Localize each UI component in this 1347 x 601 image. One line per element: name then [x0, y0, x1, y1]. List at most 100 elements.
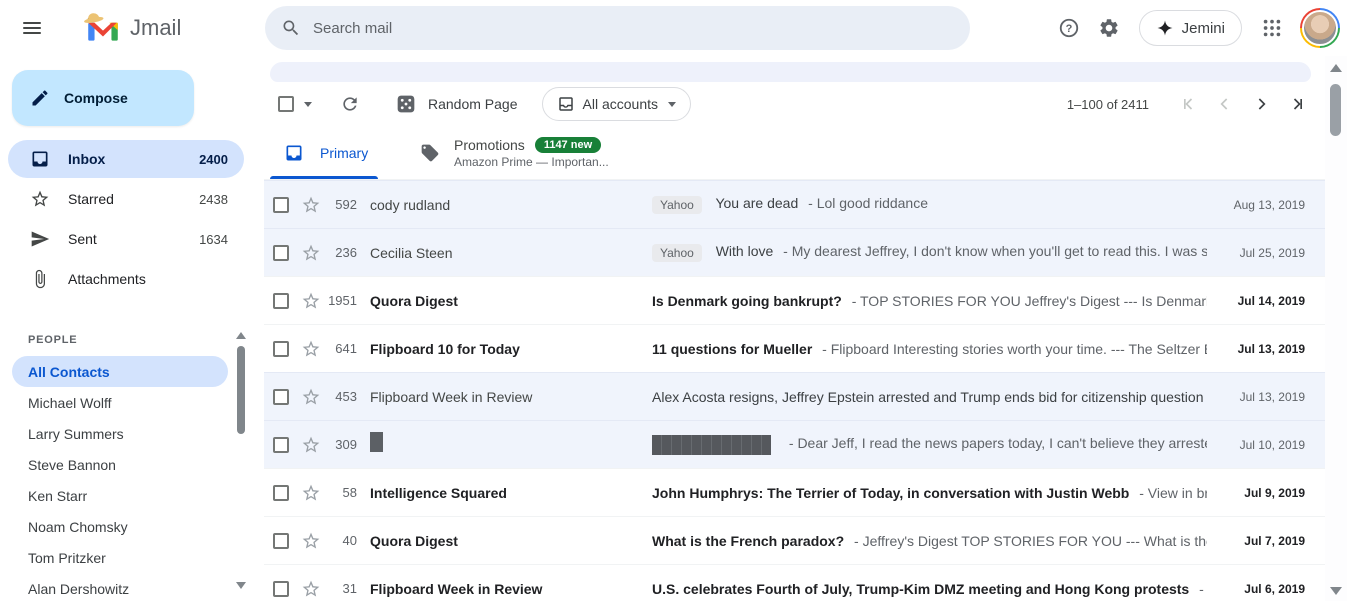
jmail-app: Jmail ? Je — [0, 0, 1347, 601]
scroll-down-arrow[interactable] — [1330, 587, 1342, 595]
people-list-item[interactable]: Michael Wolff — [12, 387, 228, 418]
email-checkbox[interactable] — [273, 485, 289, 501]
prev-page-button[interactable] — [1211, 90, 1239, 118]
sidebar-scroll-down-arrow[interactable] — [236, 582, 246, 589]
sidebar-item-inbox[interactable]: Inbox 2400 — [8, 140, 244, 178]
compose-button[interactable]: Compose — [12, 70, 194, 126]
people-list-item[interactable]: All Contacts — [12, 356, 228, 387]
people-list-item[interactable]: Tom Pritzker — [12, 542, 228, 573]
sidebar-item-sent[interactable]: Sent 1634 — [8, 220, 244, 258]
email-row[interactable]: 40 Quora Digest What is the French parad… — [264, 516, 1325, 564]
email-count: 236 — [323, 245, 357, 260]
jemini-button[interactable]: Jemini — [1139, 10, 1242, 46]
email-subject-area: Yahoo You are dead - Lol good riddance — [652, 195, 1207, 213]
email-checkbox[interactable] — [273, 533, 289, 549]
email-subject: With love — [716, 243, 774, 259]
hamburger-menu-button[interactable] — [8, 4, 56, 52]
tab-primary[interactable]: Primary — [264, 126, 384, 179]
email-row[interactable]: 31 Flipboard Week in Review U.S. celebra… — [264, 564, 1325, 601]
refresh-button[interactable] — [334, 88, 366, 120]
logo-wordmark: Jmail — [130, 15, 181, 41]
email-sender: cody rudland — [370, 197, 652, 213]
scroll-up-arrow[interactable] — [1330, 64, 1342, 72]
email-date: Jul 13, 2019 — [1219, 342, 1305, 356]
sidebar-scrollbar-thumb[interactable] — [237, 346, 245, 434]
people-item-label: Tom Pritzker — [28, 550, 106, 566]
email-subject: John Humphrys: The Terrier of Today, in … — [652, 485, 1129, 501]
sidebar-item-attachments[interactable]: Attachments — [8, 260, 244, 298]
email-checkbox[interactable] — [273, 581, 289, 597]
select-dropdown-caret[interactable] — [304, 102, 312, 107]
next-page-button[interactable] — [1247, 90, 1275, 118]
promotions-new-badge: 1147 new — [535, 137, 601, 153]
email-checkbox[interactable] — [273, 293, 289, 309]
avatar[interactable] — [1300, 8, 1340, 48]
email-subject-area: Yahoo With love - My dearest Jeffrey, I … — [652, 243, 1207, 261]
apps-grid-button[interactable] — [1252, 8, 1292, 48]
email-row[interactable]: 641 Flipboard 10 for Today 11 questions … — [264, 324, 1325, 372]
email-snippet: - View in browser J — [1139, 485, 1207, 501]
last-page-button[interactable] — [1283, 90, 1311, 118]
search-bar[interactable] — [265, 6, 970, 50]
list-toolbar: Random Page All accounts 1–100 of 2411 — [264, 82, 1325, 126]
random-page-label[interactable]: Random Page — [428, 96, 518, 112]
scrollbar-thumb[interactable] — [1330, 84, 1341, 136]
sidebar-scroll-up-arrow[interactable] — [236, 332, 246, 339]
all-accounts-dropdown[interactable]: All accounts — [542, 87, 691, 121]
email-row[interactable]: 309 - Dear Jeff, I read the news papers … — [264, 420, 1325, 468]
app-logo[interactable]: Jmail — [84, 12, 256, 44]
email-snippet: - Flipboard Interesting stories worth yo… — [822, 341, 1207, 357]
email-checkbox[interactable] — [273, 437, 289, 453]
people-list-item[interactable]: Alan Dershowitz — [12, 573, 228, 601]
email-checkbox[interactable] — [273, 197, 289, 213]
apps-grid-icon — [1261, 17, 1283, 39]
accounts-inbox-icon — [557, 95, 575, 113]
email-subject: Is Denmark going bankrupt? — [652, 293, 842, 309]
people-list-item[interactable]: Ken Starr — [12, 480, 228, 511]
email-subject: 11 questions for Mueller — [652, 341, 812, 357]
email-row[interactable]: 236 Cecilia Steen Yahoo With love - My d… — [264, 228, 1325, 276]
email-sender: Flipboard 10 for Today — [370, 341, 652, 357]
sidebar-item-label: Attachments — [68, 271, 146, 287]
tab-promotions[interactable]: Promotions 1147 new Amazon Prime — Impor… — [420, 126, 609, 179]
email-subject: You are dead — [715, 195, 798, 211]
primary-tab-icon — [284, 143, 304, 163]
email-row[interactable]: 1951 Quora Digest Is Denmark going bankr… — [264, 276, 1325, 324]
star-icon[interactable] — [301, 435, 321, 455]
search-input[interactable] — [313, 20, 954, 37]
first-page-icon — [1179, 94, 1199, 114]
star-icon[interactable] — [301, 531, 321, 551]
first-page-button[interactable] — [1175, 90, 1203, 118]
avatar-photo — [1302, 10, 1338, 46]
scrolled-content-strip — [270, 62, 1311, 82]
email-row[interactable]: 592 cody rudland Yahoo You are dead - Lo… — [264, 180, 1325, 228]
star-icon[interactable] — [301, 579, 321, 599]
page-scrollbar[interactable] — [1325, 56, 1347, 601]
email-sender: Flipboard Week in Review — [370, 389, 652, 405]
star-icon[interactable] — [301, 291, 321, 311]
random-page-button[interactable] — [390, 88, 422, 120]
email-checkbox[interactable] — [273, 245, 289, 261]
email-subject-area: Alex Acosta resigns, Jeffrey Epstein arr… — [652, 389, 1207, 405]
people-item-label: Steve Bannon — [28, 457, 116, 473]
star-icon[interactable] — [301, 339, 321, 359]
people-list-item[interactable]: Noam Chomsky — [12, 511, 228, 542]
settings-button[interactable] — [1089, 8, 1129, 48]
select-all-checkbox[interactable] — [278, 96, 294, 112]
help-button[interactable]: ? — [1049, 8, 1089, 48]
email-checkbox[interactable] — [273, 389, 289, 405]
people-list-item[interactable]: Steve Bannon — [12, 449, 228, 480]
email-row[interactable]: 58 Intelligence Squared John Humphrys: T… — [264, 468, 1325, 516]
email-checkbox[interactable] — [273, 341, 289, 357]
star-icon[interactable] — [301, 243, 321, 263]
help-icon: ? — [1058, 17, 1080, 39]
star-icon[interactable] — [301, 483, 321, 503]
email-row[interactable]: 453 Flipboard Week in Review Alex Acosta… — [264, 372, 1325, 420]
sidebar-item-starred[interactable]: Starred 2438 — [8, 180, 244, 218]
email-subject: What is the French paradox? — [652, 533, 844, 549]
star-icon[interactable] — [301, 195, 321, 215]
people-list-item[interactable]: Larry Summers — [12, 418, 228, 449]
star-icon[interactable] — [301, 387, 321, 407]
provider-chip: Yahoo — [652, 196, 702, 214]
sidebar-item-label: Sent — [68, 231, 97, 247]
